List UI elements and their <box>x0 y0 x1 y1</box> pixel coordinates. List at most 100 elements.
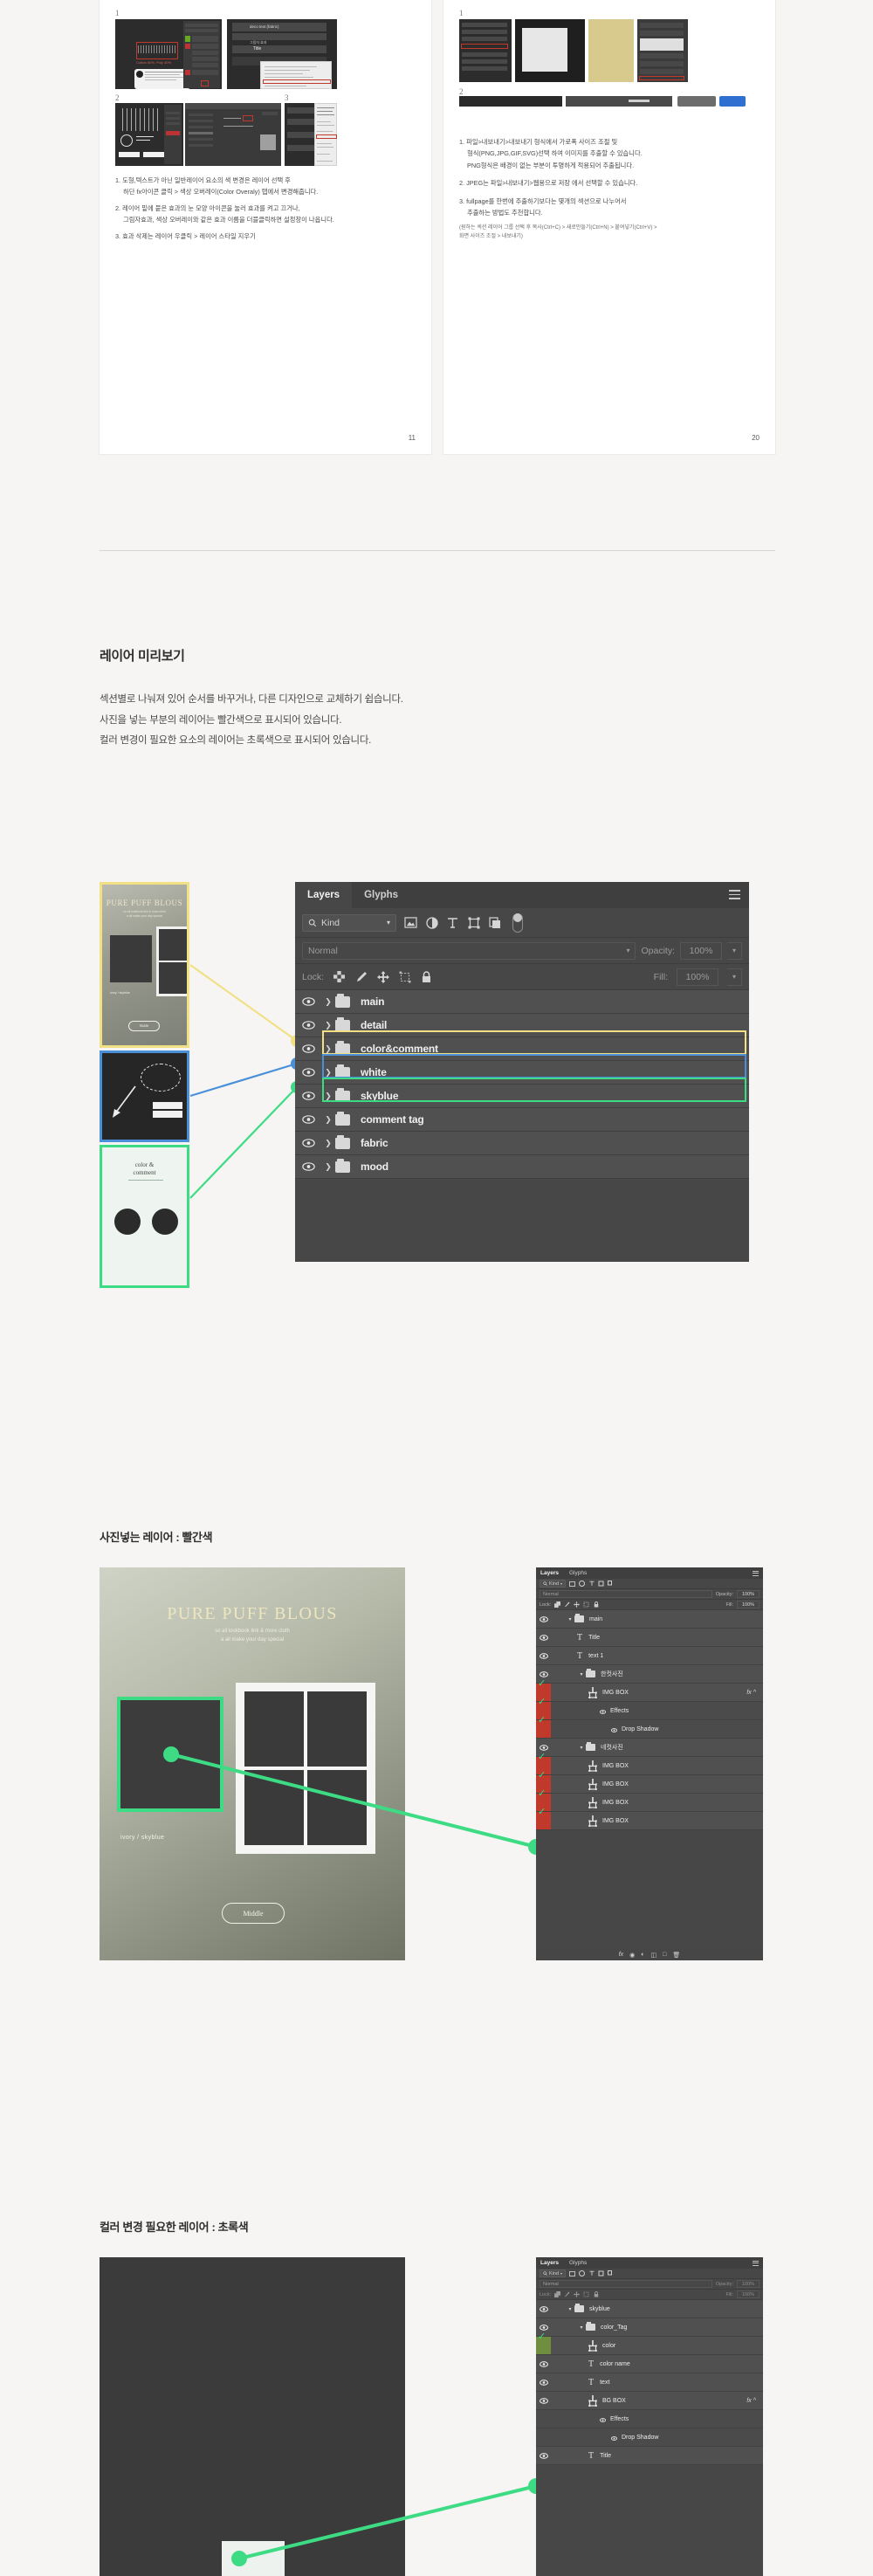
visibility-toggle[interactable] <box>295 1139 321 1147</box>
filter-bar-red[interactable]: Kind ▾ <box>536 1579 763 1589</box>
layers-panel-green-tabbar[interactable]: Layers Glyphs <box>536 2257 763 2269</box>
lock-artboard-icon[interactable] <box>398 970 411 983</box>
visibility-toggle[interactable] <box>295 1115 321 1124</box>
chevron-right-icon[interactable]: ❯ <box>321 997 335 1007</box>
image-filter-icon[interactable] <box>404 916 417 929</box>
layer-row-comment-tag[interactable]: ❯ comment tag <box>295 1108 749 1132</box>
tab-layers[interactable]: Layers <box>295 882 353 908</box>
kind-filter-red[interactable]: Kind ▾ <box>540 1580 567 1588</box>
layer-row-white[interactable]: ❯ white <box>295 1061 749 1085</box>
chevron-down-icon[interactable]: ▾ <box>577 1745 586 1751</box>
layers-panel[interactable]: Layers Glyphs Kind ▾ Normal ▾ Opacity: 1… <box>295 882 749 1262</box>
chevron-down-icon[interactable]: ▾ <box>577 1671 586 1677</box>
layer-row-color-comment[interactable]: ❯ color&comment <box>295 1037 749 1061</box>
lock-position-icon[interactable] <box>376 970 389 983</box>
visibility-toggle[interactable] <box>295 1068 321 1077</box>
layer-row-fabric[interactable]: ❯ fabric <box>295 1132 749 1155</box>
delete-icon[interactable]: 🗑 <box>672 1952 680 1959</box>
visibility-toggle[interactable] <box>536 2360 551 2367</box>
lock-bar-red[interactable]: Lock: Fill: 100% <box>536 1600 763 1610</box>
visibility-toggle[interactable] <box>536 2452 551 2459</box>
visibility-toggle[interactable] <box>536 2379 551 2386</box>
tab-layers-green[interactable]: Layers <box>540 2260 559 2266</box>
tab-glyphs-red[interactable]: Glyphs <box>569 1570 587 1576</box>
lock-all-icon[interactable] <box>593 1601 599 1608</box>
lock-transparent-icon[interactable] <box>554 2291 561 2297</box>
chevron-right-icon[interactable]: ❯ <box>321 1021 335 1030</box>
lock-artboard-icon[interactable] <box>583 2291 589 2297</box>
opacity-value[interactable]: 100% <box>680 941 722 960</box>
shape-filter-icon[interactable] <box>598 1581 604 1587</box>
layer-rows[interactable]: ❯ main ❯ detail ❯ color&comment ❯ white ❯ skyblue… <box>295 990 749 1179</box>
layer-row-effects[interactable]: Effects <box>536 2410 763 2428</box>
layer-row-skyblue[interactable]: ▾ skyblue <box>536 2300 763 2318</box>
layer-row-title[interactable]: T Title <box>536 2447 763 2465</box>
blend-select-red[interactable]: Normal <box>540 1590 712 1598</box>
layer-row-img-box[interactable]: ✓ IMG BOX <box>536 1770 763 1794</box>
kind-filter-select[interactable]: Kind ▾ <box>302 913 396 932</box>
effect-visibility-icon[interactable] <box>599 1703 607 1718</box>
new-layer-icon[interactable]: □ <box>663 1952 666 1958</box>
effect-visibility-icon[interactable] <box>610 2429 618 2445</box>
chevron-down-icon[interactable]: ▾ <box>566 2306 574 2312</box>
layer-row-drop-shadow[interactable]: ✓ Drop Shadow <box>536 1715 763 1739</box>
visibility-toggle[interactable] <box>295 1162 321 1171</box>
layers-panel-red[interactable]: Layers Glyphs Kind ▾ Normal Opacity: 100… <box>536 1567 763 1960</box>
layers-panel-footer-red[interactable]: fx ◉ ◐ ◫ □ 🗑 <box>536 1949 763 1960</box>
adjustment-filter-icon[interactable] <box>579 1581 586 1587</box>
visibility-toggle[interactable] <box>536 1615 551 1622</box>
visibility-toggle[interactable] <box>536 1744 551 1751</box>
layer-row-text[interactable]: Ttext <box>536 2373 763 2392</box>
hamburger-icon[interactable] <box>753 2260 759 2266</box>
fx-icon[interactable]: fx ^ <box>746 1690 756 1696</box>
lock-bar-green[interactable]: Lock: Fill: 100% <box>536 2290 763 2300</box>
lock-image-icon[interactable] <box>564 2291 570 2297</box>
layer-row-img-box[interactable]: ✓ IMG BOX <box>536 1788 763 1812</box>
visibility-toggle[interactable] <box>295 1092 321 1100</box>
mask-icon[interactable]: ◉ <box>629 1952 635 1959</box>
visibility-toggle[interactable] <box>536 2324 551 2331</box>
layer-rows-green[interactable]: ▾ skyblue ▾ color_Tag ✓ color Tcolor name Ttext… <box>536 2300 763 2465</box>
fill-value[interactable]: 100% <box>677 968 718 986</box>
fill-value-green[interactable]: 100% <box>737 2290 760 2298</box>
opacity-stepper[interactable]: ▾ <box>727 941 742 960</box>
blend-mode-bar[interactable]: Normal ▾ Opacity: 100% ▾ <box>295 938 749 964</box>
lock-bar[interactable]: Lock: Fill: 100% ▾ <box>295 964 749 990</box>
visibility-toggle[interactable] <box>536 1634 551 1641</box>
kind-filter-green[interactable]: Kind ▾ <box>540 2269 567 2277</box>
layer-row-drop-shadow[interactable]: Drop Shadow <box>536 2428 763 2447</box>
chevron-right-icon[interactable]: ❯ <box>321 1068 335 1078</box>
layer-row--[interactable]: ▾ 네컷사진 <box>536 1739 763 1757</box>
adjustment-filter-icon[interactable] <box>425 916 438 929</box>
layer-row-bg-box[interactable]: BG BOX fx ^ <box>536 2392 763 2410</box>
layer-row-color-name[interactable]: Tcolor name <box>536 2355 763 2373</box>
lock-image-icon[interactable] <box>564 1601 570 1608</box>
tab-glyphs[interactable]: Glyphs <box>352 882 410 908</box>
visibility-toggle[interactable] <box>536 1652 551 1659</box>
blend-bar-green[interactable]: Normal Opacity: 100% <box>536 2279 763 2290</box>
type-filter-icon[interactable] <box>588 2270 595 2276</box>
effect-visibility-icon[interactable] <box>599 2411 607 2427</box>
hamburger-icon[interactable] <box>753 1570 759 1576</box>
visibility-toggle[interactable] <box>295 1044 321 1053</box>
layer-row-title[interactable]: T Title <box>536 1629 763 1647</box>
type-filter-icon[interactable] <box>446 916 459 929</box>
filter-toggle[interactable] <box>512 913 523 933</box>
blend-select-green[interactable]: Normal <box>540 2280 712 2288</box>
fx-icon[interactable]: fx <box>619 1952 623 1958</box>
smartobject-filter-icon[interactable] <box>488 916 501 929</box>
adjustment-filter-icon[interactable] <box>579 2270 586 2276</box>
tab-layers-red[interactable]: Layers <box>540 1570 559 1576</box>
chevron-down-icon[interactable]: ▾ <box>566 1616 574 1622</box>
lock-transparent-icon[interactable] <box>554 1601 561 1608</box>
visibility-toggle[interactable] <box>536 1670 551 1677</box>
layer-row-detail[interactable]: ❯ detail <box>295 1014 749 1037</box>
opacity-value-red[interactable]: 100% <box>737 1590 760 1598</box>
layer-row-img-box[interactable]: ✓ IMG BOX fx ^ <box>536 1678 763 1702</box>
layer-row-color[interactable]: ✓ color <box>536 2331 763 2355</box>
layers-panel-red-tabbar[interactable]: Layers Glyphs <box>536 1567 763 1579</box>
layer-row-main[interactable]: ❯ main <box>295 990 749 1014</box>
layer-rows-red[interactable]: ▾ main T Title Ttext 1 ▾ 한컷사진 ✓ IMG BOX fx ^ ✓ Effe… <box>536 1610 763 1830</box>
chevron-down-icon[interactable]: ▾ <box>577 2325 586 2331</box>
layer-row-mood[interactable]: ❯ mood <box>295 1155 749 1179</box>
